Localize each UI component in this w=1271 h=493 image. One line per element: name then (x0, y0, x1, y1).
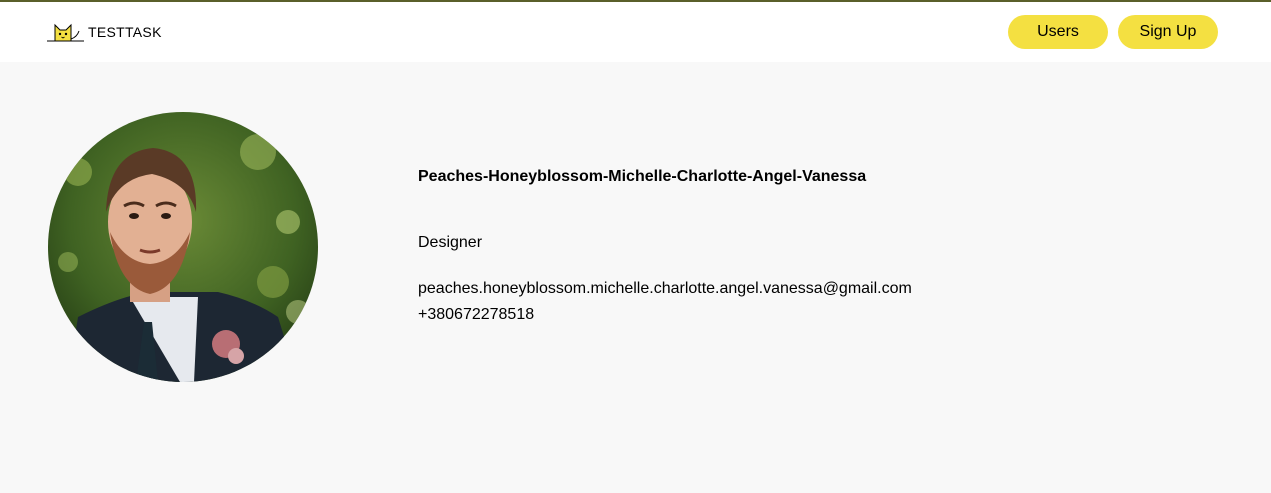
sign-up-button[interactable]: Sign Up (1118, 15, 1218, 49)
users-button[interactable]: Users (1008, 15, 1108, 49)
user-photo (48, 112, 318, 382)
user-position: Designer (418, 234, 483, 251)
logo-text: TESTTASK (88, 24, 162, 40)
cat-logo-icon (47, 19, 85, 45)
header: TESTTASK Users Sign Up (0, 2, 1271, 62)
user-email: peaches.honeyblossom.michelle.charlotte.… (418, 280, 912, 297)
header-nav: Users Sign Up (1008, 15, 1218, 49)
user-phone: +380672278518 (418, 306, 535, 323)
user-name: Peaches-Honeyblossom-Michelle-Charlotte-… (418, 168, 867, 185)
logo[interactable]: TESTTASK (47, 19, 162, 45)
